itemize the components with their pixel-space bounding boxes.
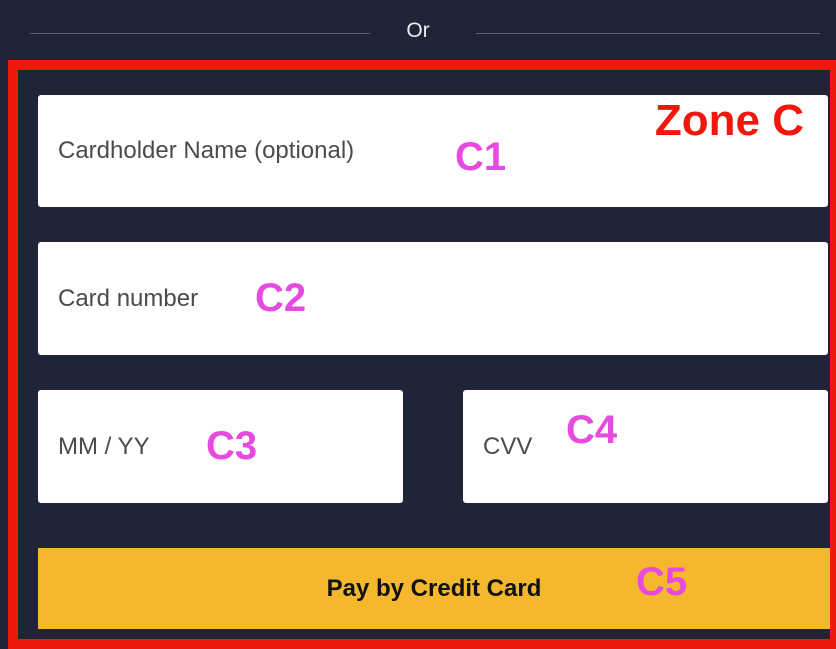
c3-annotation: C3 [206,424,258,468]
card-number-placeholder: Card number [58,284,199,312]
divider-text: Or [406,19,430,42]
or-divider: Or [0,0,836,62]
expiry-placeholder: MM / YY [58,432,150,460]
zone-c-frame: Cardholder Name (optional) C1 Zone C Car… [8,60,836,649]
cvv-placeholder: CVV [483,432,533,460]
pay-by-credit-card-button[interactable]: Pay by Credit Card C5 [38,548,830,629]
card-number-input[interactable]: Card number C2 [38,242,828,355]
c5-annotation: C5 [636,560,688,604]
c1-annotation: C1 [455,135,507,179]
c2-annotation: C2 [255,276,307,320]
cvv-input[interactable]: CVV C4 [463,390,828,503]
c4-annotation: C4 [566,408,618,452]
expiry-date-input[interactable]: MM / YY C3 [38,390,403,503]
zone-c-label: Zone C [654,96,804,145]
pay-button-label: Pay by Credit Card [326,574,542,602]
cardholder-name-placeholder: Cardholder Name (optional) [58,137,355,164]
divider-line-right [476,33,820,34]
